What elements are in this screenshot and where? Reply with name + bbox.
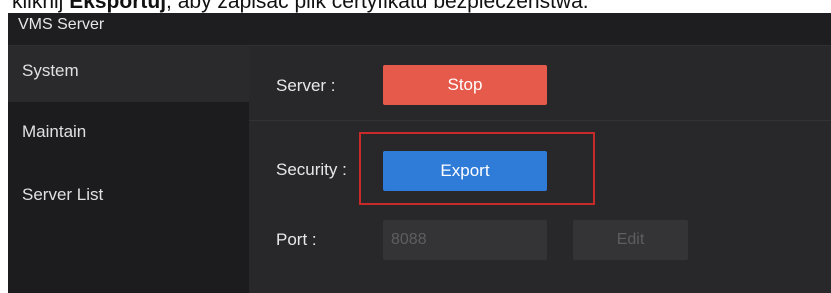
sidebar-item-server-list[interactable]: Server List [8,176,249,232]
stop-button[interactable]: Stop [383,65,547,105]
divider [249,120,831,121]
instruction-prefix: kliknij [12,0,70,13]
sidebar-item-label: System [22,61,79,80]
title-bar: VMS Server [8,13,831,46]
sidebar-item-label: Maintain [22,122,87,141]
server-label: Server : [276,76,336,95]
sidebar: System Maintain Server List [8,46,249,293]
sidebar-item-system[interactable]: System [8,46,249,102]
vms-server-window: VMS Server System Maintain Server List S… [8,13,831,293]
port-label: Port : [276,230,317,249]
export-button[interactable]: Export [383,151,547,191]
main-content: Server : Stop Security : Export Port : E… [249,46,831,293]
edit-button[interactable]: Edit [573,220,688,260]
port-input[interactable] [383,220,547,260]
sidebar-item-maintain[interactable]: Maintain [8,108,249,164]
window-title: VMS Server [18,16,105,33]
instruction-suffix: , aby zapisać plik certyfikatu bezpiecze… [166,0,589,13]
instruction-bold: Eksportuj [69,0,167,13]
security-label: Security : [276,160,347,179]
sidebar-item-label: Server List [22,185,104,204]
instruction-text: kliknij Eksportuj, aby zapisać plik cert… [0,0,831,13]
